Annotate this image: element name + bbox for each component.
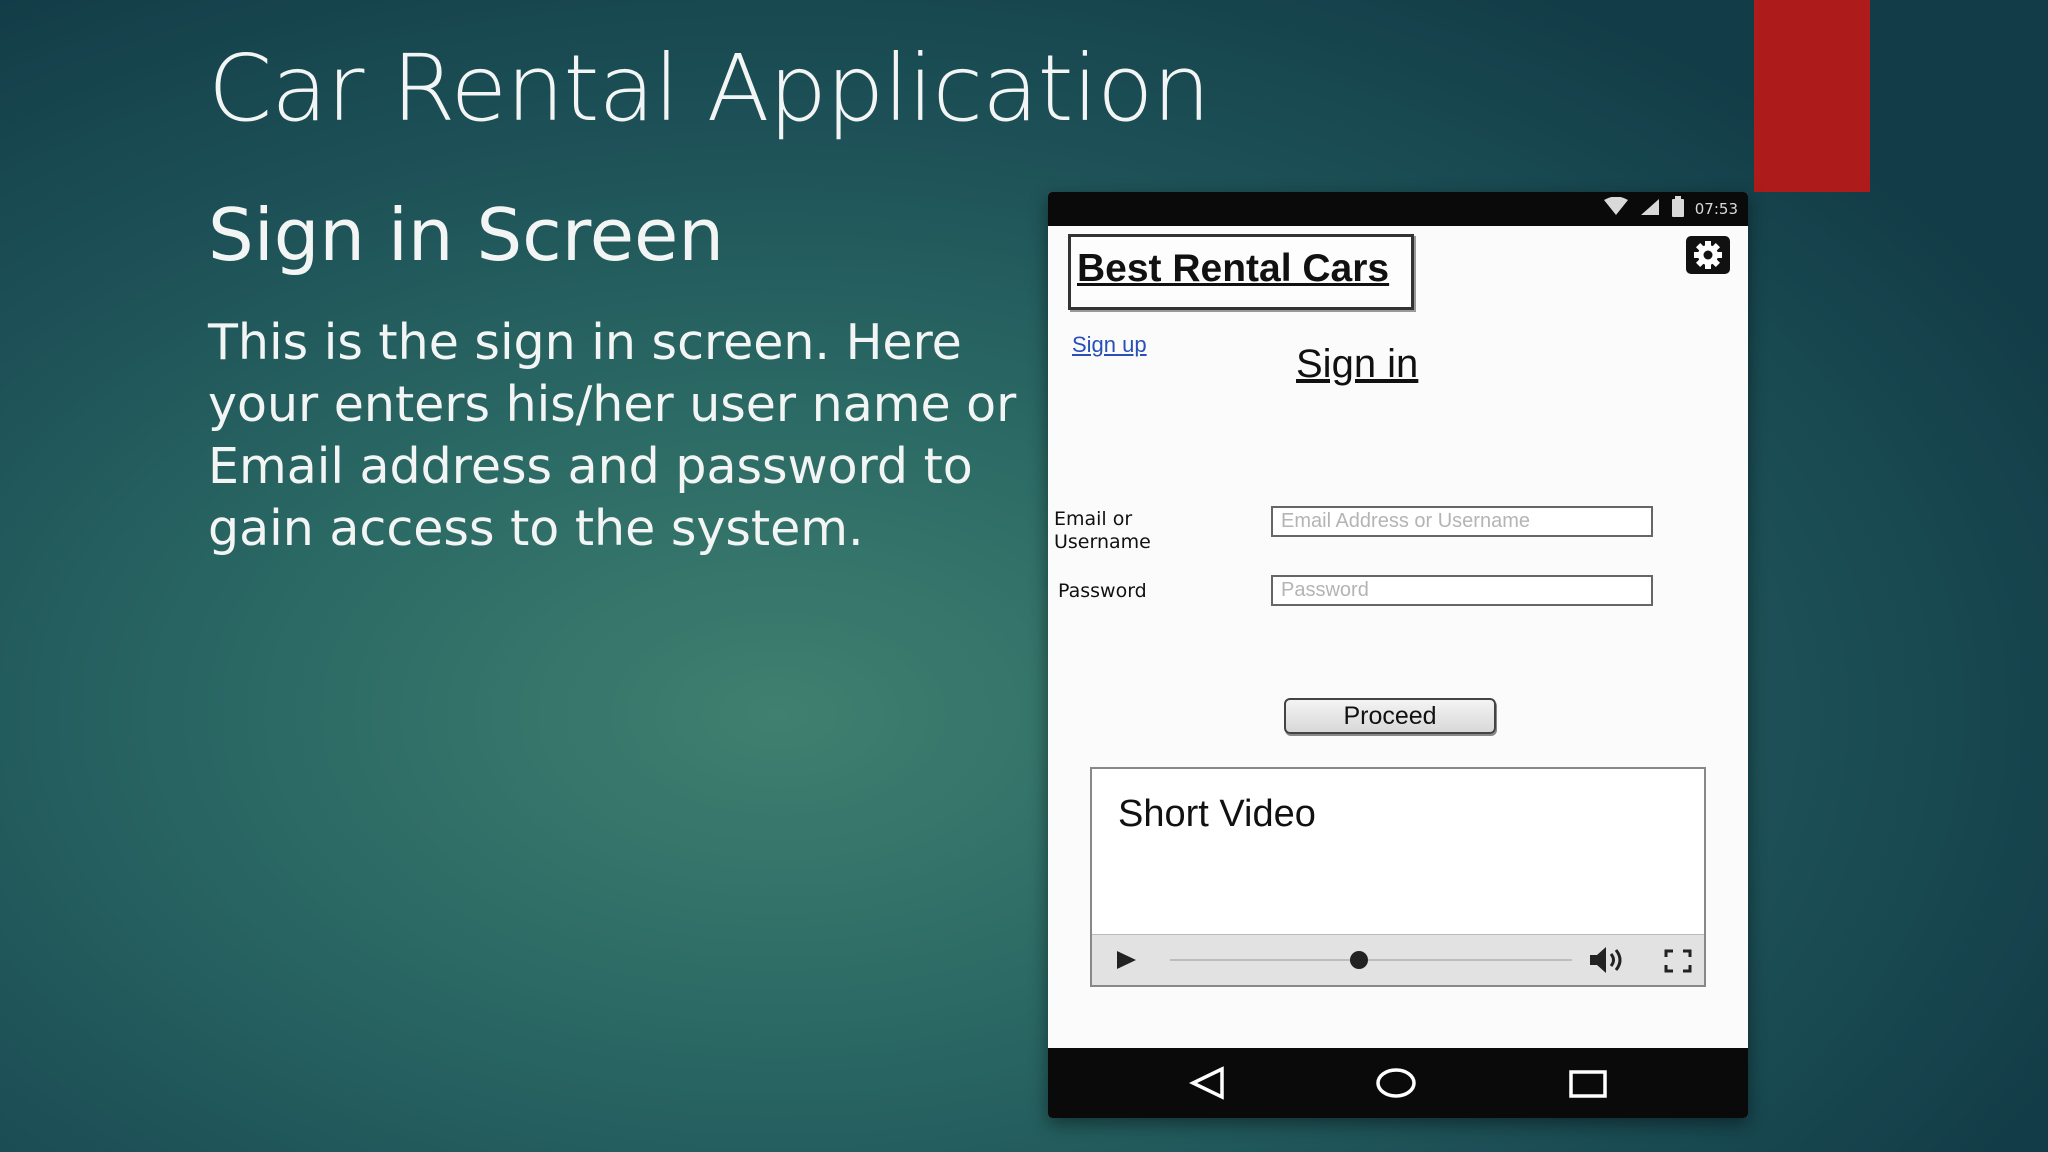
status-time: 07:53 bbox=[1694, 200, 1738, 218]
email-username-input[interactable] bbox=[1271, 506, 1653, 537]
sign-up-link[interactable]: Sign up bbox=[1072, 332, 1147, 358]
status-bar: 07:53 bbox=[1048, 192, 1748, 226]
email-label: Email or Username bbox=[1054, 508, 1151, 553]
app-title: Best Rental Cars bbox=[1077, 247, 1390, 290]
slide-subtitle: Sign in Screen bbox=[208, 193, 724, 277]
android-nav-bar bbox=[1048, 1048, 1748, 1118]
video-seek-track[interactable] bbox=[1170, 959, 1572, 961]
video-player: Short Video bbox=[1090, 767, 1706, 987]
proceed-button[interactable]: Proceed bbox=[1284, 698, 1496, 734]
video-controls bbox=[1092, 934, 1704, 985]
red-accent-bar bbox=[1754, 0, 1870, 192]
app-title-box: Best Rental Cars bbox=[1068, 234, 1414, 310]
video-title: Short Video bbox=[1118, 793, 1316, 835]
phone-mockup: 07:53 Best Rental Cars Sign up Sign in E… bbox=[1048, 192, 1748, 1118]
back-icon[interactable] bbox=[1188, 1066, 1228, 1104]
settings-button[interactable] bbox=[1686, 236, 1730, 274]
slide-body-text: This is the sign in screen. Here your en… bbox=[208, 314, 1017, 557]
video-seek-knob[interactable] bbox=[1349, 951, 1368, 969]
password-label: Password bbox=[1058, 580, 1147, 602]
fullscreen-icon[interactable] bbox=[1664, 949, 1692, 977]
play-icon[interactable] bbox=[1114, 949, 1138, 975]
signal-icon bbox=[1639, 197, 1661, 221]
wifi-icon bbox=[1603, 196, 1629, 221]
slide-title: Car Rental Application bbox=[208, 35, 1211, 142]
home-icon[interactable] bbox=[1375, 1067, 1417, 1103]
password-input[interactable] bbox=[1271, 575, 1653, 606]
recent-apps-icon[interactable] bbox=[1568, 1069, 1608, 1103]
gear-icon bbox=[1686, 241, 1730, 278]
volume-icon[interactable] bbox=[1588, 945, 1628, 979]
sign-in-heading: Sign in bbox=[1296, 342, 1419, 386]
battery-icon bbox=[1671, 196, 1685, 222]
